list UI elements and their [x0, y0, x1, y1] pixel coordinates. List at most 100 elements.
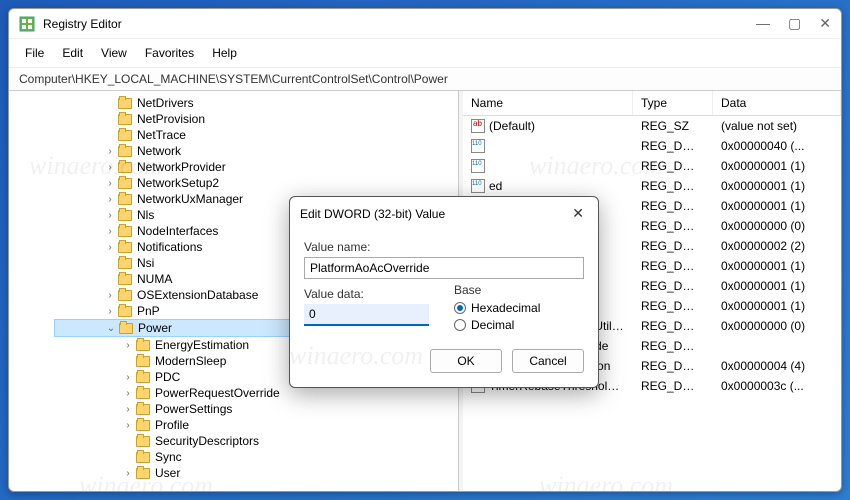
expand-icon[interactable]: ›: [122, 420, 134, 431]
expand-icon[interactable]: ›: [104, 210, 116, 221]
tree-node-profile[interactable]: ›Profile: [54, 417, 454, 433]
folder-icon: [118, 274, 132, 285]
menu-help[interactable]: Help: [204, 43, 245, 63]
cancel-button[interactable]: Cancel: [512, 349, 584, 373]
value-name-input[interactable]: [304, 257, 584, 279]
close-button[interactable]: ✕: [819, 15, 831, 32]
tree-node-powersettings[interactable]: › PowerSettings: [54, 401, 454, 417]
dialog-close-icon[interactable]: ✕: [568, 205, 588, 222]
list-row[interactable]: (Default)REG_SZ(value not set): [463, 116, 841, 136]
tree-node-networkprovider[interactable]: › NetworkProvider: [54, 159, 454, 175]
tree-label: PowerSettings: [155, 402, 232, 416]
radio-icon: [454, 302, 466, 314]
value-type: REG_DWORD: [633, 337, 713, 355]
tree-node-netdrivers[interactable]: NetDrivers: [54, 95, 454, 111]
menubar: File Edit View Favorites Help: [9, 39, 841, 68]
tree-label: NUMA: [137, 272, 172, 286]
tree-label: EnergyEstimation: [155, 338, 249, 352]
expand-icon[interactable]: ›: [122, 468, 134, 479]
col-name[interactable]: Name: [463, 91, 633, 115]
expand-icon[interactable]: ›: [122, 340, 134, 351]
tree-node-securitydescriptors[interactable]: SecurityDescriptors: [54, 433, 454, 449]
expand-icon[interactable]: ›: [104, 194, 116, 205]
list-row[interactable]: edREG_DWORD0x00000001 (1): [463, 176, 841, 196]
radio-decimal[interactable]: Decimal: [454, 318, 584, 332]
value-data: 0x00000001 (1): [713, 297, 841, 315]
folder-icon: [118, 194, 132, 205]
value-data: (value not set): [713, 117, 841, 135]
dec-label: Decimal: [471, 318, 514, 332]
expand-icon[interactable]: ›: [104, 306, 116, 317]
value-icon: [471, 179, 485, 193]
folder-icon: [136, 452, 150, 463]
tree-node-sync[interactable]: Sync: [54, 449, 454, 465]
expand-icon[interactable]: ›: [104, 146, 116, 157]
value-type: REG_DWORD: [633, 197, 713, 215]
expand-icon[interactable]: ›: [104, 226, 116, 237]
value-data-input[interactable]: [304, 304, 429, 326]
tree-label: Nls: [137, 208, 154, 222]
expand-icon[interactable]: ›: [122, 388, 134, 399]
value-type: REG_DWORD: [633, 217, 713, 235]
col-data[interactable]: Data: [713, 91, 841, 115]
tree-node-netprovision[interactable]: NetProvision: [54, 111, 454, 127]
expand-icon[interactable]: ›: [122, 372, 134, 383]
tree-label: NetworkSetup2: [137, 176, 219, 190]
value-name: (Default): [489, 119, 535, 133]
folder-icon: [118, 242, 132, 253]
folder-icon: [118, 130, 132, 141]
value-type: REG_DWORD: [633, 137, 713, 155]
list-header[interactable]: Name Type Data: [463, 91, 841, 116]
titlebar[interactable]: Registry Editor — ▢ ✕: [9, 9, 841, 39]
tree-node-networksetup2[interactable]: › NetworkSetup2: [54, 175, 454, 191]
expand-icon[interactable]: ›: [104, 242, 116, 253]
value-data: 0x00000001 (1): [713, 177, 841, 195]
maximize-button[interactable]: ▢: [788, 15, 801, 32]
tree-node-nettrace[interactable]: NetTrace: [54, 127, 454, 143]
tree-label: NetProvision: [137, 112, 205, 126]
tree-node-user[interactable]: › User: [54, 465, 454, 481]
list-row[interactable]: REG_DWORD0x00000001 (1): [463, 156, 841, 176]
menu-view[interactable]: View: [93, 43, 135, 63]
expand-icon[interactable]: ⌄: [105, 323, 117, 334]
value-data: 0x00000001 (1): [713, 157, 841, 175]
expand-icon[interactable]: ›: [104, 162, 116, 173]
folder-icon: [136, 436, 150, 447]
value-type: REG_DWORD: [633, 157, 713, 175]
expand-icon[interactable]: ›: [104, 178, 116, 189]
folder-icon: [118, 226, 132, 237]
menu-edit[interactable]: Edit: [54, 43, 91, 63]
list-row[interactable]: REG_DWORD0x00000040 (...: [463, 136, 841, 156]
menu-file[interactable]: File: [17, 43, 52, 63]
ok-button[interactable]: OK: [430, 349, 502, 373]
folder-icon: [136, 372, 150, 383]
tree-label: PnP: [137, 304, 160, 318]
tree-node-network[interactable]: ›Network: [54, 143, 454, 159]
folder-icon: [118, 114, 132, 125]
tree-label: SecurityDescriptors: [155, 434, 259, 448]
expand-icon[interactable]: ›: [122, 404, 134, 415]
address-bar[interactable]: Computer\HKEY_LOCAL_MACHINE\SYSTEM\Curre…: [9, 68, 841, 91]
edit-dword-dialog: Edit DWORD (32-bit) Value ✕ Value name: …: [289, 196, 599, 388]
tree-label: NetworkProvider: [137, 160, 226, 174]
value-type: REG_DWORD: [633, 177, 713, 195]
tree-label: Nsi: [137, 256, 154, 270]
col-type[interactable]: Type: [633, 91, 713, 115]
value-name-label: Value name:: [304, 240, 584, 254]
minimize-button[interactable]: —: [756, 15, 770, 32]
menu-favorites[interactable]: Favorites: [137, 43, 202, 63]
tree-label: User: [155, 466, 180, 480]
folder-icon: [118, 162, 132, 173]
value-data: 0x00000001 (1): [713, 277, 841, 295]
folder-icon: [118, 306, 132, 317]
tree-label: Notifications: [137, 240, 202, 254]
expand-icon[interactable]: ›: [104, 290, 116, 301]
value-data: 0x00000001 (1): [713, 257, 841, 275]
base-label: Base: [454, 283, 584, 297]
dialog-titlebar[interactable]: Edit DWORD (32-bit) Value ✕: [290, 197, 598, 230]
folder-icon: [118, 146, 132, 157]
radio-icon: [454, 319, 466, 331]
value-data: 0x00000004 (4): [713, 357, 841, 375]
folder-icon: [118, 258, 132, 269]
radio-hexadecimal[interactable]: Hexadecimal: [454, 301, 584, 315]
